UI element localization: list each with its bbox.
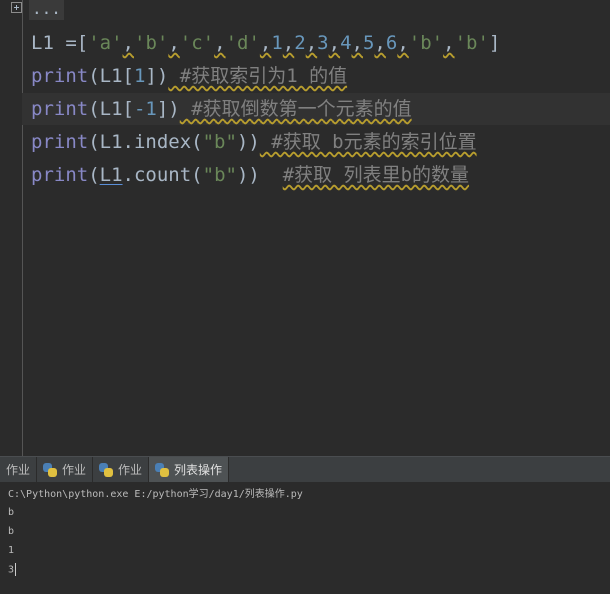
code-line-5[interactable]: print(L1.count("b")) #获取 列表里b的数量 <box>31 159 469 191</box>
var-reference: L1 <box>99 164 123 186</box>
code-line-4[interactable]: print(L1.index("b")) #获取 b元素的索引位置 <box>31 126 477 158</box>
code-line-1[interactable]: L1 =['a','b','c','d',1,2,3,4,5,6,'b','b'… <box>31 27 500 59</box>
folded-region[interactable]: ... <box>29 0 64 20</box>
list-item: 'b' <box>408 32 444 54</box>
print-keyword: print <box>31 131 89 153</box>
list-item: 5 <box>362 32 375 54</box>
print-keyword: print <box>31 98 89 120</box>
console-output-line: b <box>8 526 15 537</box>
list-item: 'd' <box>225 32 260 54</box>
python-icon <box>43 462 58 477</box>
python-icon <box>99 462 114 477</box>
run-tab-3[interactable]: 作业 <box>93 457 150 482</box>
code-editor[interactable]: ... L1 =['a','b','c','d',1,2,3,4,5,6,'b'… <box>0 0 610 456</box>
console-output-line: 3 <box>8 563 17 576</box>
print-keyword: print <box>31 65 89 87</box>
run-tab-2[interactable]: 作业 <box>37 457 94 482</box>
gutter-divider <box>22 0 23 456</box>
code-line-2[interactable]: print(L1[1]) #获取索引为1 的值 <box>31 60 347 92</box>
list-item: 4 <box>340 32 352 54</box>
run-tab-1[interactable]: 作业 <box>0 457 38 482</box>
list-item: 'b' <box>134 32 169 54</box>
list-item: 1 <box>271 32 283 54</box>
list-item: 'a' <box>88 32 123 54</box>
list-close: ] <box>488 32 501 54</box>
list-item: 'b' <box>454 32 489 54</box>
run-tab-bar: 作业 作业 作业 列表操作 <box>0 456 610 482</box>
comment: #获取 列表里b的数量 <box>282 164 470 186</box>
run-console[interactable]: C:\Python\python.exe E:/python学习/day1/列表… <box>0 482 610 594</box>
python-icon <box>155 462 170 477</box>
code-line-3[interactable]: print(L1[-1]) #获取倒数第一个元素的值 <box>22 93 610 125</box>
list-item: 'c' <box>179 32 215 54</box>
comment: #获取倒数第一个元素的值 <box>179 98 412 120</box>
list-item: 6 <box>385 32 398 54</box>
list-item: 3 <box>317 32 329 54</box>
console-output-line: b <box>8 507 15 518</box>
comment: #获取 b元素的索引位置 <box>259 131 477 153</box>
comment: #获取索引为1 的值 <box>168 65 348 87</box>
console-command: C:\Python\python.exe E:/python学习/day1/列表… <box>8 489 303 500</box>
fold-expand-icon[interactable] <box>11 2 22 13</box>
print-keyword: print <box>31 164 89 186</box>
var-l1: L1 <box>31 32 54 54</box>
run-tab-4[interactable]: 列表操作 <box>149 457 230 482</box>
text-caret <box>15 563 17 576</box>
console-output-line: 1 <box>8 545 15 556</box>
assign-op: =[ <box>53 32 89 54</box>
list-item: 2 <box>294 32 306 54</box>
